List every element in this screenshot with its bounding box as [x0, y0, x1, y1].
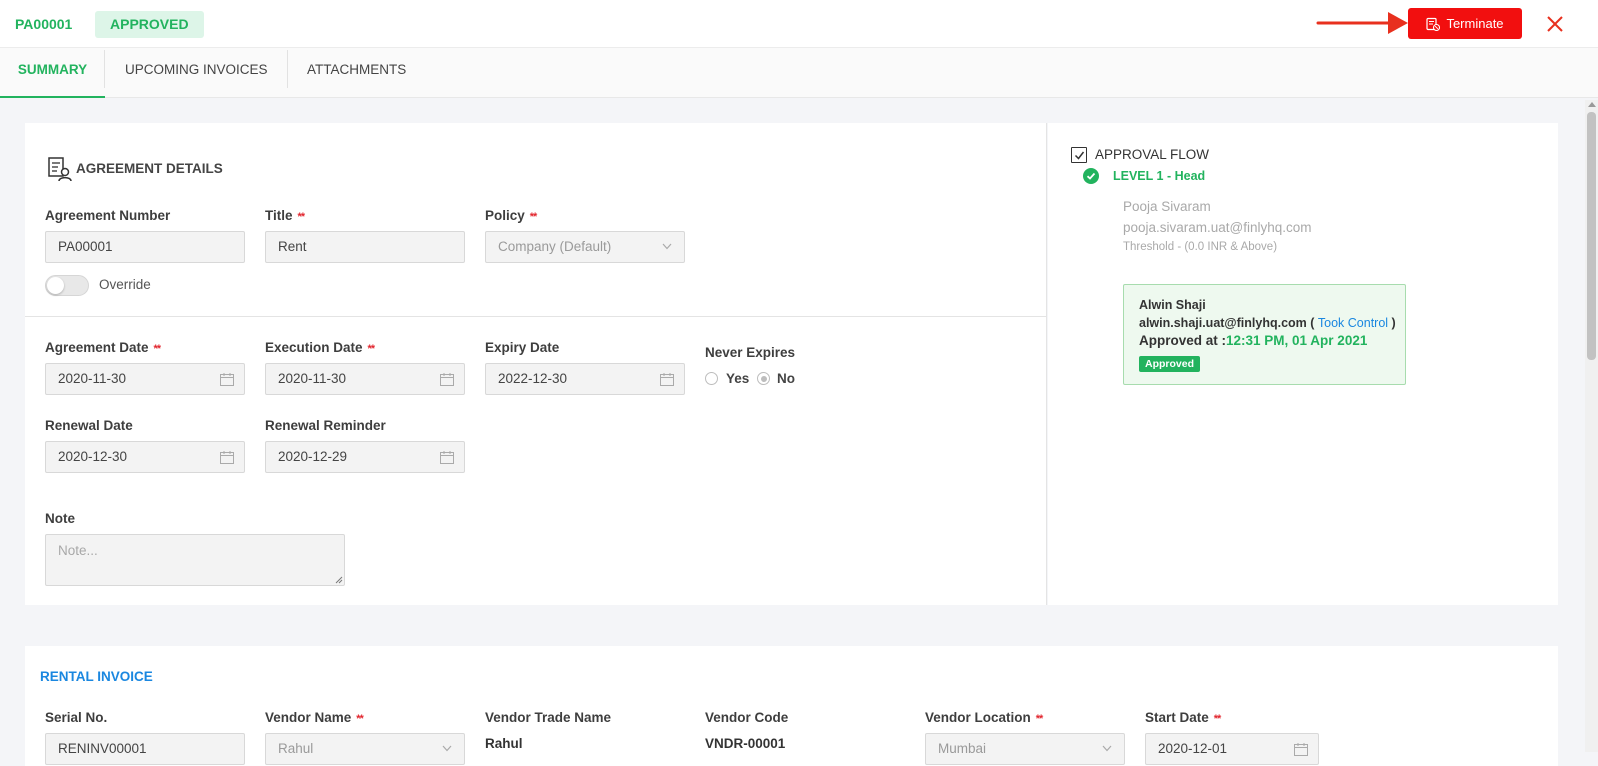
close-icon[interactable]: [1544, 13, 1566, 35]
took-control-link[interactable]: Took Control: [1318, 316, 1388, 330]
calendar-icon: [1294, 743, 1308, 756]
note-textarea[interactable]: Note...: [45, 534, 345, 586]
agreement-date-label: Agreement Date **: [45, 340, 161, 355]
approval-flow-title: APPROVAL FLOW: [1095, 147, 1210, 162]
never-expires-no-radio[interactable]: [757, 372, 770, 385]
expiry-date-field[interactable]: 2022-12-30: [485, 363, 685, 395]
terminate-icon: [1426, 17, 1441, 31]
level-check-icon: [1083, 168, 1099, 184]
never-expires-yes-radio[interactable]: [705, 372, 718, 385]
tab-divider: [104, 50, 105, 88]
approved-by-email: alwin.shaji.uat@finlyhq.com ( Took Contr…: [1139, 316, 1396, 330]
tab-divider: [287, 50, 288, 88]
rental-invoice-card: [25, 646, 1558, 766]
never-expires-no-label: No: [777, 371, 795, 386]
chevron-down-icon: [1102, 745, 1112, 752]
never-expires-label: Never Expires: [705, 345, 796, 360]
renewal-date-label: Renewal Date: [45, 418, 133, 433]
arrow-annotation-icon: [1316, 12, 1408, 34]
execution-date-label: Execution Date **: [265, 340, 375, 355]
calendar-icon: [440, 373, 454, 386]
start-date-field[interactable]: 2020-12-01: [1145, 733, 1319, 765]
note-label: Note: [45, 511, 75, 526]
tab-upcoming-invoices[interactable]: UPCOMING INVOICES: [125, 48, 268, 98]
approval-record: Alwin Shaji alwin.shaji.uat@finlyhq.com …: [1123, 284, 1406, 385]
agreement-number-label: Agreement Number: [45, 208, 171, 223]
card-divider: [1046, 123, 1047, 605]
vendor-name-select[interactable]: Rahul: [265, 733, 465, 765]
section-divider: [25, 316, 1047, 317]
approval-threshold: Threshold - (0.0 INR & Above): [1123, 241, 1278, 253]
policy-select[interactable]: Company (Default): [485, 231, 685, 263]
scroll-thumb[interactable]: [1587, 112, 1596, 360]
scrollbar[interactable]: [1585, 100, 1598, 752]
vendor-location-label: Vendor Location **: [925, 710, 1043, 725]
override-toggle[interactable]: [45, 275, 89, 296]
chevron-down-icon: [442, 745, 452, 752]
calendar-icon: [220, 451, 234, 464]
serial-no-field[interactable]: RENINV00001: [45, 733, 245, 765]
status-badge: APPROVED: [95, 11, 204, 38]
expiry-date-label: Expiry Date: [485, 340, 560, 355]
agreement-details-title: AGREEMENT DETAILS: [76, 161, 223, 176]
renewal-date-field[interactable]: 2020-12-30: [45, 441, 245, 473]
vendor-trade-name-label: Vendor Trade Name: [485, 710, 612, 725]
vendor-trade-name-value: Rahul: [485, 736, 523, 751]
tab-bar: SUMMARY UPCOMING INVOICES ATTACHMENTS: [0, 48, 1598, 98]
approver-name: Pooja Sivaram: [1123, 199, 1211, 214]
renewal-reminder-field[interactable]: 2020-12-29: [265, 441, 465, 473]
toggle-knob: [47, 277, 64, 294]
title-field[interactable]: Rent: [265, 231, 465, 263]
vendor-name-label: Vendor Name **: [265, 710, 364, 725]
tab-attachments[interactable]: ATTACHMENTS: [307, 48, 406, 98]
serial-no-label: Serial No.: [45, 710, 108, 725]
start-date-label: Start Date **: [1145, 710, 1221, 725]
agreement-details-icon: [48, 157, 72, 182]
vendor-code-label: Vendor Code: [705, 710, 789, 725]
execution-date-field[interactable]: 2020-11-30: [265, 363, 465, 395]
chevron-down-icon: [662, 243, 672, 250]
approver-email: pooja.sivaram.uat@finlyhq.com: [1123, 220, 1312, 235]
rental-invoice-title: RENTAL INVOICE: [40, 669, 153, 684]
calendar-icon: [440, 451, 454, 464]
override-label: Override: [99, 277, 151, 292]
title-label: Title **: [265, 208, 305, 223]
agreement-number-field[interactable]: PA00001: [45, 231, 245, 263]
approved-badge: Approved: [1139, 356, 1201, 372]
agreement-date-field[interactable]: 2020-11-30: [45, 363, 245, 395]
top-bar: PA00001 APPROVED Terminate: [0, 0, 1598, 48]
vendor-location-select[interactable]: Mumbai: [925, 733, 1125, 765]
approval-flow-check-icon: [1071, 147, 1087, 163]
agreement-id: PA00001: [15, 16, 73, 32]
calendar-icon: [220, 373, 234, 386]
never-expires-yes-label: Yes: [726, 371, 750, 386]
terminate-label: Terminate: [1446, 16, 1504, 31]
approval-level: LEVEL 1 - Head: [1113, 169, 1206, 183]
approved-at: Approved at :12:31 PM, 01 Apr 2021: [1139, 333, 1368, 348]
approved-by-name: Alwin Shaji: [1139, 298, 1206, 312]
tab-summary[interactable]: SUMMARY: [0, 48, 105, 98]
policy-label: Policy **: [485, 208, 537, 223]
vendor-code-value: VNDR-00001: [705, 736, 786, 751]
renewal-reminder-label: Renewal Reminder: [265, 418, 386, 433]
calendar-icon: [660, 373, 674, 386]
scroll-up-arrow-icon[interactable]: [1588, 102, 1596, 107]
resize-grip-icon[interactable]: [335, 576, 343, 584]
terminate-button[interactable]: Terminate: [1408, 8, 1522, 39]
